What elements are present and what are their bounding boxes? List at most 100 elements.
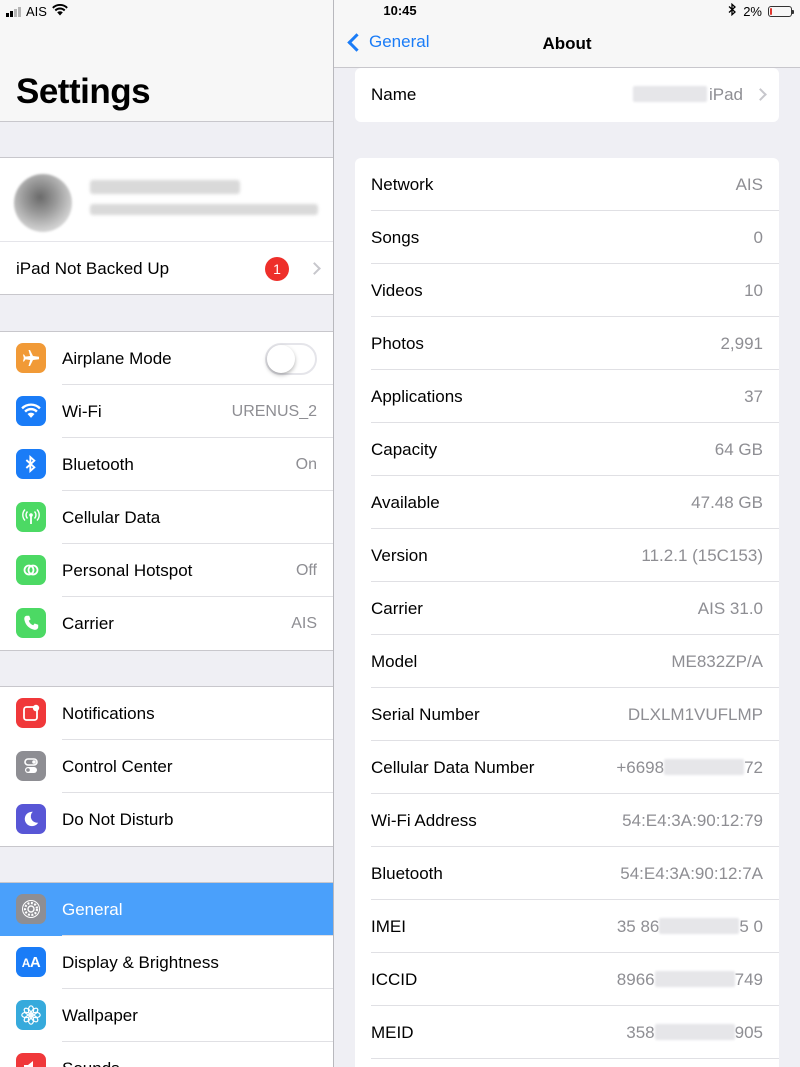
sidebar-item-value: On: [295, 456, 317, 473]
about-row-wi-fi-address[interactable]: Wi-Fi Address 54:E4:3A:90:12:79: [355, 794, 779, 847]
sidebar-item-notifications[interactable]: Notifications: [0, 687, 333, 740]
wifi-icon: [16, 396, 46, 426]
redacted-mask: [632, 86, 707, 102]
about-row-label: Songs: [371, 228, 420, 247]
about-row-label: Bluetooth: [371, 864, 443, 883]
name-row[interactable]: Name iPad: [355, 68, 779, 122]
sidebar-item-general[interactable]: General: [0, 883, 333, 936]
about-row-label: Carrier: [371, 599, 423, 618]
about-row-carrier[interactable]: Carrier AIS 31.0: [355, 582, 779, 635]
sidebar-item-personal-hotspot[interactable]: Personal Hotspot Off: [0, 544, 333, 597]
gear-icon: [16, 894, 46, 924]
settings-sidebar: Settings iPad Not Backed Up 1 Airplane M…: [0, 0, 333, 1067]
backup-warning-label: iPad Not Backed Up: [16, 259, 170, 278]
about-row-iccid[interactable]: ICCID 8966 749: [355, 953, 779, 1006]
backup-warning-row[interactable]: iPad Not Backed Up 1: [0, 242, 333, 296]
about-row-label: Available: [371, 493, 440, 512]
sidebar-item-label: Display & Brightness: [62, 953, 219, 972]
moon-icon: [16, 804, 46, 834]
sidebar-item-wi-fi[interactable]: Wi-Fi URENUS_2: [0, 385, 333, 438]
status-time: 10:45: [383, 3, 417, 18]
about-row-version[interactable]: Version 11.2.1 (15C153): [355, 529, 779, 582]
sidebar-item-control-center[interactable]: Control Center: [0, 740, 333, 793]
name-value-text: iPad: [708, 85, 743, 104]
about-row-applications[interactable]: Applications 37: [355, 370, 779, 423]
sidebar-item-sounds[interactable]: Sounds: [0, 1042, 333, 1067]
redacted-mask: [659, 918, 740, 934]
about-row-photos[interactable]: Photos 2,991: [355, 317, 779, 370]
about-row-value: 37: [744, 387, 763, 406]
phone-icon: [16, 608, 46, 638]
about-row-value: 35 86 5 0: [617, 917, 763, 937]
sidebar-item-label: Sounds: [62, 1059, 120, 1067]
about-row-value: 54:E4:3A:90:12:79: [622, 811, 763, 830]
airplane-mode-toggle[interactable]: [265, 343, 317, 375]
name-value: iPad: [632, 85, 743, 105]
apple-id-card[interactable]: iPad Not Backed Up 1: [0, 157, 333, 295]
about-row-label: Photos: [371, 334, 424, 353]
about-row-value: ME832ZP/A: [671, 652, 763, 671]
bluetooth-icon: [16, 449, 46, 479]
value-suffix: 905: [734, 1023, 763, 1042]
about-row-value: 11.2.1 (15C153): [641, 546, 763, 565]
about-row-value: 8966 749: [617, 970, 763, 990]
about-row-value: 358 905: [626, 1023, 763, 1043]
sidebar-item-label: Wallpaper: [62, 1006, 138, 1025]
status-bar: AIS 10:45 2%: [0, 0, 800, 22]
about-row-available[interactable]: Available 47.48 GB: [355, 476, 779, 529]
about-row-label: IMEI: [371, 917, 406, 936]
sidebar-item-label: Personal Hotspot: [62, 561, 193, 580]
sidebar-item-bluetooth[interactable]: Bluetooth On: [0, 438, 333, 491]
about-row-value: +6698 72: [616, 758, 763, 778]
about-row-videos[interactable]: Videos 10: [355, 264, 779, 317]
value-prefix: 8966: [616, 970, 655, 989]
about-row-label: Videos: [371, 281, 423, 300]
about-row-label: ICCID: [371, 970, 418, 989]
about-row-label: Model: [371, 652, 418, 671]
battery-icon: [768, 5, 794, 17]
about-row-label: Applications: [371, 387, 463, 406]
about-row-value: 2,991: [720, 334, 763, 353]
about-row-label: Wi-Fi Address: [371, 811, 477, 830]
about-row-imei[interactable]: IMEI 35 86 5 0: [355, 900, 779, 953]
row-divider: [371, 1058, 779, 1059]
sidebar-item-label: Carrier: [62, 614, 114, 633]
chevron-right-icon: [308, 262, 321, 275]
sidebar-item-do-not-disturb[interactable]: Do Not Disturb: [0, 793, 333, 846]
sidebar-item-cellular-data[interactable]: Cellular Data: [0, 491, 333, 544]
sidebar-item-carrier[interactable]: Carrier AIS: [0, 597, 333, 650]
value-suffix: 749: [734, 970, 763, 989]
sidebar-item-display-and-brightness[interactable]: AA Display & Brightness: [0, 936, 333, 989]
about-row-label: Network: [371, 175, 434, 194]
sidebar-item-value: AIS: [291, 615, 317, 632]
about-row-network[interactable]: Network AIS: [355, 158, 779, 211]
about-row-serial-number[interactable]: Serial Number DLXLM1VUFLMP: [355, 688, 779, 741]
about-row-bluetooth[interactable]: Bluetooth 54:E4:3A:90:12:7A: [355, 847, 779, 900]
sidebar-item-airplane-mode[interactable]: Airplane Mode: [0, 332, 333, 385]
sidebar-item-wallpaper[interactable]: Wallpaper: [0, 989, 333, 1042]
about-row-capacity[interactable]: Capacity 64 GB: [355, 423, 779, 476]
sidebar-item-value: Off: [295, 562, 317, 579]
about-row-songs[interactable]: Songs 0: [355, 211, 779, 264]
avatar: [14, 174, 72, 232]
value-suffix: 72: [744, 758, 763, 777]
about-row-label: Cellular Data Number: [371, 758, 535, 777]
page-title: Settings: [16, 72, 151, 111]
sidebar-item-label: General: [62, 900, 123, 919]
about-row-value: AIS 31.0: [697, 599, 763, 618]
backup-badge: 1: [265, 257, 289, 281]
about-row-cellular-data-number[interactable]: Cellular Data Number +6698 72: [355, 741, 779, 794]
redacted-mask: [664, 759, 745, 775]
about-row-value: 10: [744, 281, 763, 300]
nav-title: About: [542, 34, 592, 53]
antenna-icon: [16, 502, 46, 532]
sidebar-item-value: URENUS_2: [231, 403, 317, 420]
sidebar-item-label: Airplane Mode: [62, 349, 172, 368]
about-row-model[interactable]: Model ME832ZP/A: [355, 635, 779, 688]
about-row-meid[interactable]: MEID 358 905: [355, 1006, 779, 1059]
about-pane: General About Name iPad Network AIS Songs 0…: [334, 0, 800, 1067]
connectivity-group: Airplane Mode Wi-Fi URENUS_2 Bluetooth On Cel…: [0, 331, 333, 651]
about-row-label: MEID: [371, 1023, 414, 1042]
notifications-icon: [16, 698, 46, 728]
hotspot-icon: [16, 555, 46, 585]
